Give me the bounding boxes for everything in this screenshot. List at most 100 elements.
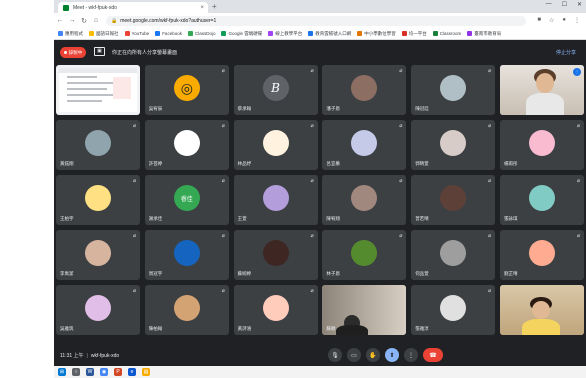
address-bar[interactable]: 🔒 meet.google.com/wkf-fpuk-xdo?authuser=… xyxy=(106,15,526,26)
search-icon[interactable]: ○ xyxy=(72,368,80,376)
participant-tile[interactable]: ⌀ 呂宜蓁 xyxy=(322,120,407,170)
camera-button[interactable]: ▭ xyxy=(347,348,361,362)
participant-tile[interactable]: ⌀ 許芸婷 xyxy=(144,120,229,170)
participant-tile[interactable]: ⌀ 黃詩涵 xyxy=(233,285,318,335)
participant-tile[interactable]: ⌀ 郭晴萱 xyxy=(411,120,496,170)
mic-muted-icon: ⌀ xyxy=(488,288,492,294)
participant-name: 郭晴萱 xyxy=(415,161,429,166)
participant-tile[interactable]: ⌀ 陳柏翰 xyxy=(144,285,229,335)
bookmark-item[interactable]: ClassDojo xyxy=(187,31,215,36)
window-controls: — ☐ ✕ xyxy=(546,1,582,8)
more-options-button[interactable]: ⋮ xyxy=(404,348,418,362)
bookmark-icon xyxy=(268,31,274,36)
bookmark-icon xyxy=(89,31,94,36)
bookmark-item[interactable]: 應用程式 xyxy=(58,31,83,37)
record-label: 錄製中 xyxy=(68,49,83,55)
edge-app-icon[interactable]: e xyxy=(128,368,136,376)
participant-tile[interactable]: ⌀ 吳雅筑 xyxy=(56,285,140,335)
participant-tile[interactable]: ⌀ 何品萱 xyxy=(411,230,496,280)
close-window-icon[interactable]: ✕ xyxy=(577,1,582,8)
avatar xyxy=(85,130,111,156)
meeting-code[interactable]: wkf-fpuk-xdo xyxy=(91,353,119,359)
mic-muted-icon: ⌀ xyxy=(576,178,580,184)
raise-hand-button[interactable]: ✋ xyxy=(366,348,380,362)
leave-call-button[interactable]: ☎ xyxy=(423,348,443,362)
participant-tile[interactable]: ⌀ 黃鈺翔 xyxy=(56,120,140,170)
participant-tile[interactable]: ⌀ 陳冠廷 xyxy=(411,65,496,115)
back-icon[interactable]: ← xyxy=(54,17,66,24)
mic-button[interactable]: 🎙 xyxy=(328,348,342,362)
bookmark-star-icon[interactable]: ☆ xyxy=(549,17,554,24)
profile-icon[interactable]: ● xyxy=(562,17,566,24)
bookmark-item[interactable]: 臺南市教育局 xyxy=(467,31,501,37)
avatar xyxy=(529,240,555,266)
participant-tile[interactable] xyxy=(500,285,584,335)
close-tab-icon[interactable]: × xyxy=(200,5,204,11)
bookmark-item[interactable]: 線上教學平台 xyxy=(268,31,302,37)
participant-tile[interactable]: B ⌀ 蔡承翰 xyxy=(233,65,318,115)
bookmark-item[interactable]: YouTube xyxy=(124,31,149,36)
bookmark-item[interactable]: Facebook xyxy=(155,31,182,36)
participant-name: 黃鈺翔 xyxy=(60,161,74,166)
participant-tile[interactable]: 蘇穎 xyxy=(322,285,407,335)
windows-start-icon[interactable]: ⊞ xyxy=(58,368,66,376)
recording-badge[interactable]: 錄製中 xyxy=(60,47,86,58)
participant-tile[interactable]: ⌀ 王萱 xyxy=(233,175,318,225)
participant-tile[interactable]: ⌀ 周冠宇 xyxy=(144,230,229,280)
maximize-icon[interactable]: ☐ xyxy=(562,1,567,8)
bookmark-item[interactable]: 均一平台 xyxy=(401,31,427,37)
bookmark-label: Google 雲端硬碟 xyxy=(228,30,263,36)
bookmark-item[interactable]: Google 雲端硬碟 xyxy=(221,31,262,37)
stop-presenting-button[interactable]: 停止分享 xyxy=(556,49,576,56)
forward-icon[interactable]: → xyxy=(66,17,78,24)
bookmark-item[interactable]: 中小學數位學習 xyxy=(357,31,396,37)
present-screen-icon: ▣ xyxy=(94,47,105,56)
participant-video xyxy=(500,65,584,115)
participant-tile[interactable]: ◎ ⌀ 吳宥辰 xyxy=(144,65,229,115)
word-app-icon[interactable]: W xyxy=(86,368,94,376)
present-button[interactable]: ⬆ xyxy=(385,348,399,362)
participant-video xyxy=(500,285,584,335)
chrome-app-icon[interactable]: ◉ xyxy=(100,368,108,376)
bookmark-label: Facebook xyxy=(162,31,182,36)
participant-name: 蘇穎 xyxy=(326,326,336,331)
participant-tile[interactable]: ⌀ 李禹潔 xyxy=(56,230,140,280)
participant-tile[interactable]: 睿佳 ⌀ 謝承佳 xyxy=(144,175,229,225)
participant-tile[interactable]: ⌀ 潘子恩 xyxy=(322,65,407,115)
participant-name: 張詠琪 xyxy=(504,216,518,221)
avatar-glyph: B xyxy=(271,81,280,95)
browser-tab[interactable]: Meet - wkf-fpuk-xdo × xyxy=(58,2,208,13)
reload-icon[interactable]: ↻ xyxy=(78,17,90,25)
minimize-icon[interactable]: — xyxy=(546,1,552,8)
participant-tile[interactable]: ⋮ xyxy=(500,65,584,115)
mic-muted-icon: ⌀ xyxy=(399,233,403,239)
participant-tile[interactable]: ⌀ 王柏宇 xyxy=(56,175,140,225)
camera-indicator-icon[interactable]: ■ xyxy=(537,17,541,24)
participant-name: 陳冠廷 xyxy=(415,106,429,111)
participant-tile[interactable]: ⌀ 蘇婉婷 xyxy=(233,230,318,280)
participant-tile[interactable]: ⌀ 陳宥翔 xyxy=(322,175,407,225)
participant-tile[interactable]: ⌀ 劉芷晴 xyxy=(500,230,584,280)
participant-tile[interactable]: ⌀ 林子恩 xyxy=(322,230,407,280)
participant-tile[interactable]: ⌀ 林品妤 xyxy=(233,120,318,170)
bookmark-icon xyxy=(58,31,63,36)
participant-tile[interactable] xyxy=(56,65,140,115)
powerpoint-app-icon[interactable]: P xyxy=(114,368,122,376)
avatar xyxy=(85,185,111,211)
menu-icon[interactable]: ⋮ xyxy=(574,17,580,24)
participant-name: 李禹潔 xyxy=(60,271,74,276)
bookmark-item[interactable]: 國語日報社 xyxy=(89,31,119,37)
new-tab-button[interactable]: + xyxy=(212,2,217,12)
bookmark-item[interactable]: 教育雲帳號入口網 xyxy=(308,31,351,37)
participant-tile[interactable]: ⌀ 楊雨彤 xyxy=(500,120,584,170)
folder-app-icon[interactable]: ▤ xyxy=(142,368,150,376)
participant-tile[interactable]: ⌀ 曾若晴 xyxy=(411,175,496,225)
participant-name: 吳雅筑 xyxy=(60,326,74,331)
bookmark-item[interactable]: Classroom xyxy=(432,31,461,36)
home-icon[interactable]: ⌂ xyxy=(90,17,102,24)
bookmark-icon xyxy=(432,31,438,36)
bookmark-icon xyxy=(308,31,314,36)
participant-tile[interactable]: ⌀ 張雅淳 xyxy=(411,285,496,335)
participant-tile[interactable]: ⌀ 張詠琪 xyxy=(500,175,584,225)
bookmark-icon xyxy=(221,31,227,36)
